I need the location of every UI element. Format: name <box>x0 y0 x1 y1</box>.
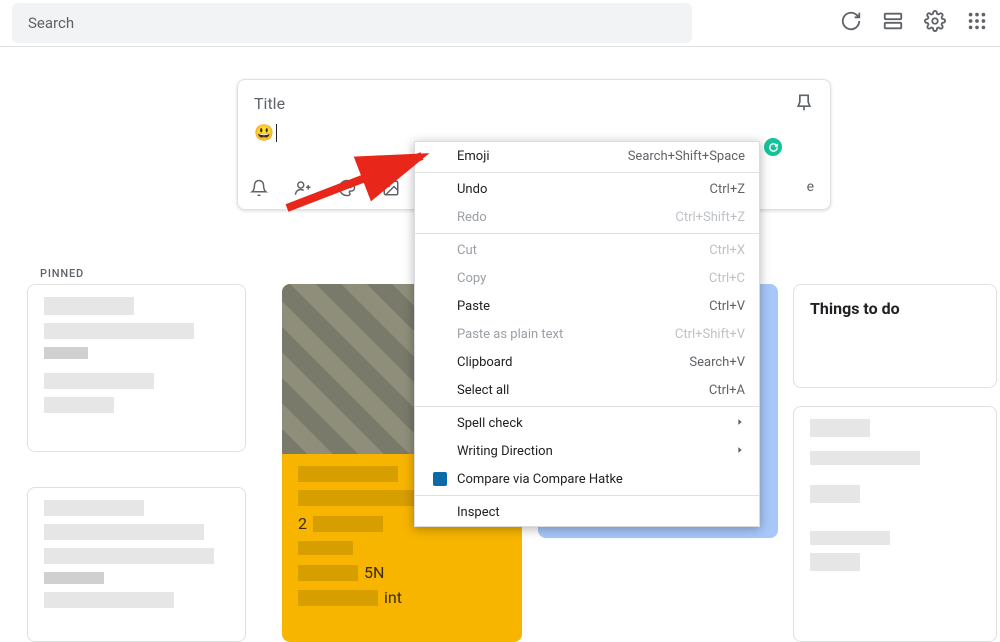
pin-icon[interactable] <box>794 92 814 116</box>
ctx-compare-via-compare-hatke[interactable]: Compare via Compare Hatke <box>415 465 759 493</box>
ctx-writing-direction[interactable]: Writing Direction <box>415 437 759 465</box>
search-placeholder: Search <box>28 14 74 32</box>
context-menu: EmojiSearch+Shift+Space UndoCtrl+ZRedoCtr… <box>414 141 760 527</box>
compare-hatke-icon <box>429 472 451 486</box>
ctx-select-all[interactable]: Select allCtrl+A <box>415 376 759 404</box>
ctx-clipboard[interactable]: ClipboardSearch+V <box>415 348 759 376</box>
search-input[interactable]: Search <box>12 3 692 43</box>
ctx-redo: RedoCtrl+Shift+Z <box>415 203 759 231</box>
ctx-emoji[interactable]: EmojiSearch+Shift+Space <box>415 142 759 170</box>
pinned-card-1[interactable] <box>27 284 246 452</box>
section-pinned-label: PINNED <box>40 267 84 280</box>
ctx-inspect[interactable]: Inspect <box>415 498 759 526</box>
chevron-right-icon <box>735 444 745 459</box>
grammarly-icon[interactable] <box>764 138 782 156</box>
text-cursor <box>276 124 277 142</box>
ctx-cut: CutCtrl+X <box>415 236 759 264</box>
ctx-copy: CopyCtrl+C <box>415 264 759 292</box>
apps-icon[interactable] <box>966 10 988 36</box>
note-emoji: 😃 <box>254 123 274 142</box>
y-frag-3: int <box>384 588 402 607</box>
list-view-icon[interactable] <box>882 10 904 36</box>
y-frag-1: 2 <box>298 514 307 533</box>
pinned-card-2[interactable] <box>27 487 246 642</box>
ctx-paste-as-plain-text: Paste as plain textCtrl+Shift+V <box>415 320 759 348</box>
chevron-right-icon <box>735 416 745 431</box>
things-to-do-title: Things to do <box>794 285 996 332</box>
pinned-card-right[interactable] <box>793 406 997 642</box>
ctx-spell-check[interactable]: Spell check <box>415 409 759 437</box>
refresh-icon[interactable] <box>840 10 862 36</box>
note-title-input[interactable]: Title <box>238 80 830 117</box>
close-fragment[interactable]: e <box>807 179 814 195</box>
settings-icon[interactable] <box>924 10 946 36</box>
ctx-undo[interactable]: UndoCtrl+Z <box>415 175 759 203</box>
annotation-arrow <box>282 138 442 218</box>
y-frag-2: 5N <box>364 563 384 582</box>
remind-icon[interactable] <box>250 179 268 201</box>
ctx-paste[interactable]: PasteCtrl+V <box>415 292 759 320</box>
things-to-do-card[interactable]: Things to do <box>793 284 997 388</box>
